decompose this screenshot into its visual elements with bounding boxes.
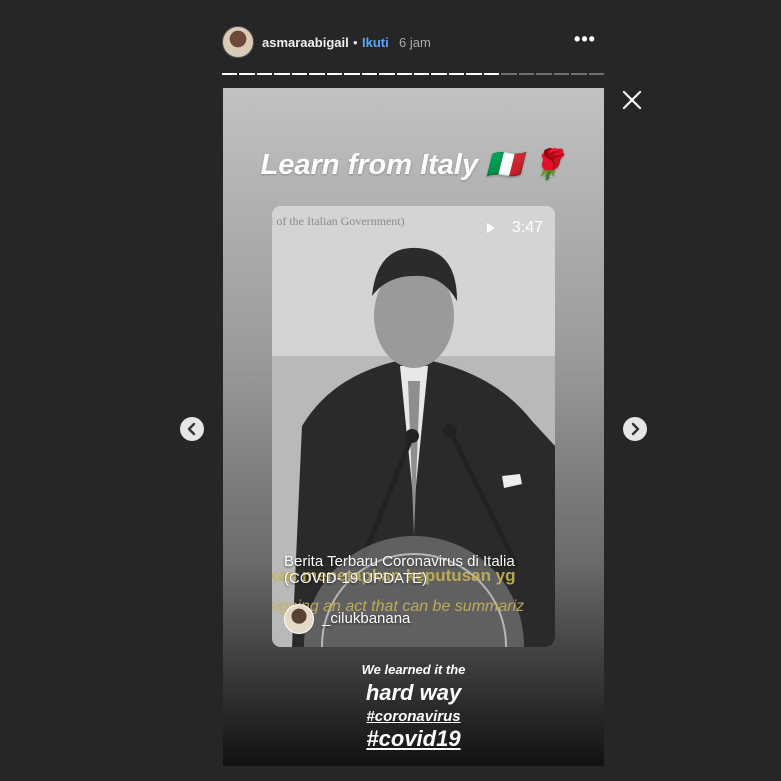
progress-segment bbox=[256, 73, 273, 75]
progress-segment bbox=[571, 73, 587, 75]
story-frame[interactable]: Learn from Italy 🇮🇹 🌹 l of the Italian G… bbox=[223, 88, 604, 766]
progress-segment bbox=[483, 73, 500, 75]
progress-segment bbox=[588, 73, 604, 75]
progress-segment bbox=[536, 73, 552, 75]
story-header: asmaraabigail • Ikuti 6 jam ••• bbox=[222, 26, 604, 60]
progress-segment bbox=[448, 73, 465, 75]
story-title: Learn from Italy 🇮🇹 🌹 bbox=[260, 149, 567, 181]
previous-story-button[interactable] bbox=[180, 417, 204, 441]
chevron-right-icon bbox=[631, 422, 640, 436]
video-duration: 3:47 bbox=[511, 219, 543, 236]
progress-segment bbox=[291, 73, 308, 75]
video-author-name[interactable]: _cilukbanana bbox=[322, 610, 410, 627]
shared-video-card[interactable]: l of the Italian Government) 3:47 kan me… bbox=[272, 206, 555, 647]
progress-segment bbox=[222, 73, 238, 75]
story-text-line1: We learned it the bbox=[361, 662, 466, 677]
story-progress-bar bbox=[222, 73, 604, 75]
post-time: 6 jam bbox=[399, 35, 431, 50]
user-avatar[interactable] bbox=[222, 26, 254, 58]
video-caption-top: l of the Italian Government) bbox=[272, 214, 405, 228]
progress-segment bbox=[501, 73, 517, 75]
follow-button[interactable]: Ikuti bbox=[362, 35, 389, 50]
close-icon[interactable] bbox=[620, 88, 644, 112]
separator-dot: • bbox=[353, 35, 358, 50]
progress-segment bbox=[466, 73, 482, 75]
video-author-avatar[interactable] bbox=[284, 604, 314, 634]
progress-segment bbox=[413, 73, 430, 75]
progress-segment bbox=[309, 73, 325, 75]
progress-segment bbox=[553, 73, 570, 75]
play-icon[interactable] bbox=[487, 223, 495, 233]
hashtag-coronavirus[interactable]: #coronavirus bbox=[223, 708, 604, 725]
username-link[interactable]: asmaraabigail bbox=[262, 35, 349, 50]
progress-segment bbox=[274, 73, 290, 75]
story-text-line2: hard way bbox=[365, 680, 462, 705]
progress-segment bbox=[431, 73, 447, 75]
progress-segment bbox=[361, 73, 378, 75]
progress-segment bbox=[379, 73, 395, 75]
chevron-left-icon bbox=[187, 422, 196, 436]
next-story-button[interactable] bbox=[623, 417, 647, 441]
progress-segment bbox=[396, 73, 412, 75]
video-subtitle-line2: signing an act that can be summariz bbox=[272, 598, 525, 615]
progress-segment bbox=[344, 73, 360, 75]
hashtag-covid19[interactable]: #covid19 bbox=[223, 726, 604, 752]
progress-segment bbox=[518, 73, 535, 75]
progress-segment bbox=[326, 73, 343, 75]
progress-segment bbox=[239, 73, 255, 75]
video-title[interactable]: Berita Terbaru Coronavirus di Italia (CO… bbox=[284, 553, 544, 587]
more-options-icon[interactable]: ••• bbox=[572, 29, 598, 53]
